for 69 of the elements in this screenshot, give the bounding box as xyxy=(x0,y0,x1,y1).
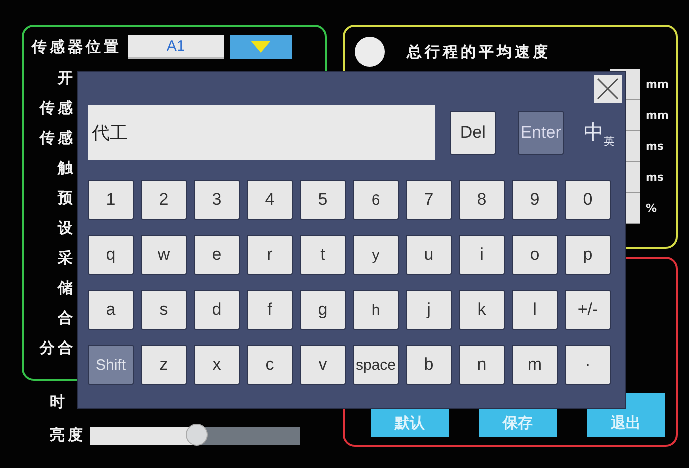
brightness-slider[interactable] xyxy=(90,426,300,444)
keyboard-key[interactable]: a xyxy=(88,290,134,330)
setting-label: 采 xyxy=(58,249,76,268)
keyboard-key[interactable]: o xyxy=(512,235,558,275)
keyboard-key[interactable]: d xyxy=(194,290,240,330)
keyboard-key[interactable]: 8 xyxy=(459,180,505,220)
unit-label: % xyxy=(646,202,658,215)
keyboard-key[interactable]: t xyxy=(300,235,346,275)
keyboard-key[interactable]: v xyxy=(300,345,346,385)
slider-thumb[interactable] xyxy=(186,424,208,446)
input-field[interactable]: 代工 xyxy=(88,105,436,160)
keyboard-key[interactable]: k xyxy=(459,290,505,330)
keyboard-key[interactable]: 5 xyxy=(300,180,346,220)
keyboard-key[interactable]: space xyxy=(353,345,399,385)
unit-label: ms xyxy=(646,140,666,153)
keyboard-key[interactable]: 7 xyxy=(406,180,452,220)
keyboard-key[interactable]: 1 xyxy=(88,180,134,220)
keyboard-key[interactable]: z xyxy=(141,345,187,385)
unit-label: mm xyxy=(646,109,668,122)
setting-label: 传感 xyxy=(40,99,76,118)
setting-label: 预 xyxy=(58,189,76,208)
keyboard-key[interactable]: f xyxy=(247,290,293,330)
keyboard-key[interactable]: q xyxy=(88,235,134,275)
setting-label: 分合 xyxy=(40,339,76,358)
speed-title: 总行程的平均速度 xyxy=(407,42,551,62)
setting-label: 设 xyxy=(58,219,76,238)
sensor-position-label: 传感器位置 xyxy=(32,38,122,56)
keyboard-key[interactable]: h xyxy=(353,290,399,330)
keyboard-key[interactable]: n xyxy=(459,345,505,385)
setting-label: 触 xyxy=(58,159,76,178)
clock-label: 时 xyxy=(50,393,69,412)
language-alt[interactable]: 英 xyxy=(604,134,615,149)
sensor-position-field[interactable]: A1 xyxy=(128,35,224,59)
keyboard-key[interactable]: s xyxy=(141,290,187,330)
keyboard-key[interactable]: 2 xyxy=(141,180,187,220)
keyboard-key[interactable]: x xyxy=(194,345,240,385)
keyboard-key[interactable]: j xyxy=(406,290,452,330)
keyboard-key[interactable]: 3 xyxy=(194,180,240,220)
keyboard-key[interactable]: 9 xyxy=(512,180,558,220)
keyboard-key[interactable]: u xyxy=(406,235,452,275)
language-toggle[interactable]: 中 xyxy=(584,119,604,146)
brightness-label: 亮度 xyxy=(50,426,86,445)
unit-label: mm xyxy=(646,78,668,91)
close-icon xyxy=(597,78,619,100)
close-button[interactable] xyxy=(594,75,622,103)
keyboard-key[interactable]: w xyxy=(141,235,187,275)
setting-label: 合 xyxy=(58,309,76,328)
setting-label: 开 xyxy=(58,69,76,88)
keyboard-key[interactable]: y xyxy=(353,235,399,275)
keyboard-key[interactable]: m xyxy=(512,345,558,385)
keyboard-key[interactable]: 6 xyxy=(353,180,399,220)
keyboard-key[interactable]: i xyxy=(459,235,505,275)
keyboard-key[interactable]: · xyxy=(565,345,611,385)
delete-key[interactable]: Del xyxy=(450,110,496,154)
setting-label: 传感 xyxy=(40,129,76,148)
keyboard-key[interactable]: c xyxy=(247,345,293,385)
keyboard-key[interactable]: b xyxy=(406,345,452,385)
setting-label: 储 xyxy=(58,279,76,298)
keyboard-key[interactable]: 0 xyxy=(565,180,611,220)
triangle-icon xyxy=(251,41,271,53)
keyboard-key[interactable]: l xyxy=(512,290,558,330)
keyboard-key[interactable]: 4 xyxy=(247,180,293,220)
unit-label: ms xyxy=(646,171,666,184)
keyboard-key[interactable]: p xyxy=(565,235,611,275)
keyboard-key[interactable]: e xyxy=(194,235,240,275)
keyboard-key[interactable]: +/- xyxy=(565,290,611,330)
keyboard-key[interactable]: g xyxy=(300,290,346,330)
radio-button[interactable] xyxy=(355,37,385,67)
keyboard-key[interactable]: r xyxy=(247,235,293,275)
